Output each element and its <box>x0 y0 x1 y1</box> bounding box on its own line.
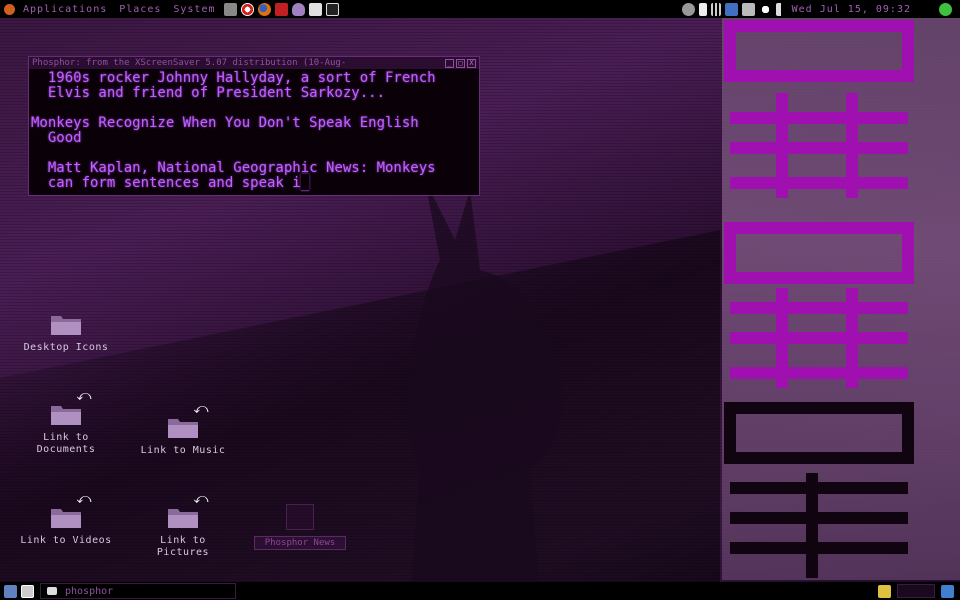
icon-label: Link to Documents <box>36 432 96 455</box>
symlink-arrow-icon: ⤺ <box>76 491 92 507</box>
symlink-arrow-icon: ⤺ <box>193 491 209 507</box>
update-manager-icon[interactable] <box>724 2 738 16</box>
notes-icon[interactable] <box>698 2 707 16</box>
icon-label: Link to Pictures <box>156 535 210 558</box>
terminal-line: can form sentences and speak i <box>31 175 301 191</box>
terminal-text: 1960s rocker Johnny Hallyday, a sort of … <box>29 69 479 195</box>
folder-icon: ⤺ <box>50 389 91 426</box>
folder-icon <box>50 312 82 336</box>
taskbar-item-label: phosphor <box>65 585 114 597</box>
folder-applet-icon[interactable] <box>878 584 891 598</box>
symlink-arrow-icon: ⤺ <box>76 388 92 404</box>
system-menu[interactable]: System <box>167 4 221 15</box>
workspace-area <box>876 584 956 598</box>
maximize-button[interactable]: □ <box>456 58 465 68</box>
ubuntu-logo-icon[interactable] <box>4 3 15 15</box>
system-monitor-icon[interactable] <box>681 2 695 16</box>
folder-icon: ⤺ <box>50 492 91 529</box>
volume-icon[interactable] <box>775 2 786 16</box>
window-titlebar[interactable]: Phosphor: from the XScreenSaver 5.07 dis… <box>29 57 479 69</box>
desktop-icon-link-to-music[interactable]: ⤺ Link to Music <box>133 402 233 457</box>
evolution-mail-icon[interactable] <box>274 2 288 16</box>
applications-menu[interactable]: Applications <box>17 4 113 15</box>
trash-applet-icon[interactable] <box>21 584 34 598</box>
clock[interactable]: Wed Jul 15, 09:32 <box>792 4 911 15</box>
terminal-line: Monkeys Recognize When You Don't Speak E… <box>31 115 419 131</box>
help-lifebuoy-icon[interactable] <box>240 2 254 16</box>
settings-launcher-icon[interactable] <box>223 2 237 16</box>
taskbar-item-phosphor[interactable]: phosphor <box>40 583 236 599</box>
network-icon[interactable] <box>741 2 755 16</box>
desktop-icon-link-to-documents[interactable]: ⤺ Link to Documents <box>16 389 116 456</box>
folder-icon: ⤺ <box>167 402 208 439</box>
text-cursor: █ <box>300 175 310 191</box>
terminal-line: Elvis and friend of President Sarkozy... <box>31 85 386 101</box>
matrix-glyphs <box>722 18 917 580</box>
phosphor-window[interactable]: Phosphor: from the XScreenSaver 5.07 dis… <box>28 56 480 196</box>
signal-bars-icon <box>710 2 721 16</box>
pidgin-chat-icon[interactable] <box>291 2 305 16</box>
desktop-icon-desktop-icons[interactable]: Desktop Icons <box>16 312 116 354</box>
symlink-arrow-icon: ⤺ <box>193 401 209 417</box>
icon-label: Link to Music <box>140 445 226 456</box>
terminal-line: Good <box>31 130 82 146</box>
shutdown-icon[interactable] <box>939 2 952 16</box>
terminal-line: 1960s rocker Johnny Hallyday, a sort of … <box>31 70 436 86</box>
show-desktop-icon[interactable] <box>4 584 17 598</box>
firefox-icon[interactable] <box>257 2 271 16</box>
brightness-icon[interactable] <box>758 2 772 16</box>
places-menu[interactable]: Places <box>113 4 167 15</box>
ghost-window-icon <box>286 504 314 530</box>
workspace-switcher[interactable] <box>897 584 935 598</box>
close-button[interactable]: X <box>467 58 476 68</box>
folder-icon: ⤺ <box>167 492 208 529</box>
home-folder-icon[interactable] <box>308 2 322 16</box>
icon-label: Desktop Icons <box>23 342 109 353</box>
bunny-shadow-image <box>400 170 580 600</box>
terminal-line: Matt Kaplan, National Geographic News: M… <box>31 160 436 176</box>
window-title: Phosphor: from the XScreenSaver 5.07 dis… <box>32 58 347 68</box>
ghost-window-label: Phosphor News <box>254 536 346 550</box>
desktop-icon-link-to-videos[interactable]: ⤺ Link to Videos <box>16 492 116 547</box>
terminal-launcher-icon[interactable] <box>325 2 339 16</box>
icon-label: Link to Videos <box>20 535 112 546</box>
desktop-icon-link-to-pictures[interactable]: ⤺ Link to Pictures <box>133 492 233 559</box>
bottom-panel: phosphor <box>0 582 960 600</box>
top-panel: Applications Places System Wed Jul 15, 0… <box>0 0 960 18</box>
minimize-button[interactable]: _ <box>445 58 454 68</box>
trash-icon[interactable] <box>941 584 954 598</box>
window-icon <box>47 587 57 595</box>
